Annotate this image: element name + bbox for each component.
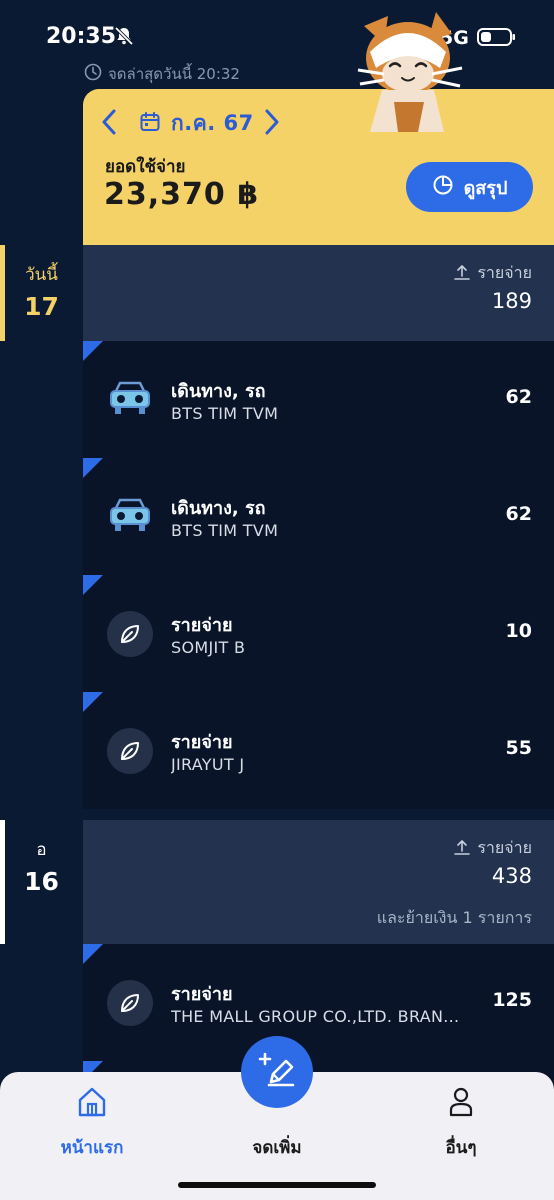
upload-arrow-icon xyxy=(453,838,471,860)
transfer-note: และย้ายเงิน 1 รายการ xyxy=(376,908,532,927)
day-summary-header[interactable]: รายจ่าย 438 และย้ายเงิน 1 รายการ xyxy=(83,820,554,944)
clock-icon xyxy=(84,63,102,85)
transaction-amount: 55 xyxy=(505,737,532,759)
battery-icon xyxy=(477,27,517,51)
person-icon xyxy=(401,1084,521,1120)
last-recorded: จดล่าสุดวันนี้ 20:32 xyxy=(84,62,240,86)
transaction-row[interactable]: เดินทาง, รถ BTS TIM TVM 62 xyxy=(83,458,554,575)
chevron-left-icon[interactable] xyxy=(101,108,117,140)
car-icon xyxy=(107,377,153,423)
transaction-amount: 125 xyxy=(492,989,532,1011)
cat-mascot-icon xyxy=(348,6,468,142)
summary-card: ก.ค. 67 ยอดใช้จ่าย 23,370 ฿ ดูสรุป xyxy=(83,89,554,245)
day-marker-bar xyxy=(0,820,5,944)
expense-label: รายจ่าย xyxy=(453,836,532,861)
edit-plus-icon xyxy=(257,1050,297,1094)
day-marker-today: วันนี้ 17 xyxy=(0,245,83,341)
transaction-row[interactable]: รายจ่าย SOMJIT B 10 xyxy=(83,575,554,692)
spend-label: ยอดใช้จ่าย xyxy=(105,157,186,177)
row-corner-marker xyxy=(83,458,103,478)
transaction-amount: 62 xyxy=(505,386,532,408)
leaf-icon xyxy=(107,611,153,657)
nav-home[interactable]: หน้าแรก xyxy=(32,1084,152,1161)
row-corner-marker xyxy=(83,692,103,712)
transaction-merchant: BTS TIM TVM xyxy=(171,404,279,423)
transaction-row[interactable]: เดินทาง, รถ BTS TIM TVM 62 xyxy=(83,341,554,458)
day-number: 17 xyxy=(24,292,59,321)
nav-more-label: อื่นๆ xyxy=(445,1138,477,1158)
calendar-icon xyxy=(139,111,161,137)
day-name: อ xyxy=(36,840,47,860)
nav-more[interactable]: อื่นๆ xyxy=(401,1084,521,1161)
day-expense-total: 189 xyxy=(491,289,532,313)
status-time: 20:35 xyxy=(46,24,117,49)
day-marker-bar xyxy=(0,245,5,341)
chevron-right-icon[interactable] xyxy=(264,108,280,140)
expense-label-text: รายจ่าย xyxy=(477,263,532,282)
day-summary-header[interactable]: รายจ่าย 189 xyxy=(83,245,554,341)
nav-add-label: จดเพิ่ม xyxy=(252,1138,302,1158)
nav-home-label: หน้าแรก xyxy=(60,1138,124,1158)
transaction-title: เดินทาง, รถ xyxy=(171,381,266,402)
view-summary-label: ดูสรุป xyxy=(463,177,508,199)
transaction-merchant: JIRAYUT J xyxy=(171,755,245,774)
bell-muted-icon xyxy=(114,26,134,50)
month-label[interactable]: ก.ค. 67 xyxy=(171,107,254,140)
add-entry-button[interactable] xyxy=(241,1036,313,1108)
spend-total: 23,370 ฿ xyxy=(104,177,260,212)
day-expense-total: 438 xyxy=(491,864,532,888)
leaf-icon xyxy=(107,728,153,774)
month-nav: ก.ค. 67 xyxy=(101,107,280,140)
home-indicator xyxy=(178,1182,376,1188)
transaction-merchant: BTS TIM TVM xyxy=(171,521,279,540)
view-summary-button[interactable]: ดูสรุป xyxy=(406,162,533,212)
status-bar: 20:35 5G xyxy=(0,0,554,70)
leaf-icon xyxy=(107,980,153,1026)
transaction-title: รายจ่าย xyxy=(171,615,233,636)
transaction-title: เดินทาง, รถ xyxy=(171,498,266,519)
day-marker: อ 16 xyxy=(0,820,83,944)
day-number: 16 xyxy=(24,867,59,896)
transaction-title: รายจ่าย xyxy=(171,984,233,1005)
row-corner-marker xyxy=(83,575,103,595)
day-name: วันนี้ xyxy=(25,265,58,285)
transaction-title: รายจ่าย xyxy=(171,732,233,753)
upload-arrow-icon xyxy=(453,263,471,285)
app-screen: 20:35 5G จดล่าสุดวันนี้ 20:32 ก.ค. 67 ยอ… xyxy=(0,0,554,1200)
transaction-row[interactable]: รายจ่าย JIRAYUT J 55 xyxy=(83,692,554,809)
row-corner-marker xyxy=(83,341,103,361)
transaction-amount: 10 xyxy=(505,620,532,642)
transaction-amount: 62 xyxy=(505,503,532,525)
transaction-merchant: SOMJIT B xyxy=(171,638,246,657)
expense-label: รายจ่าย xyxy=(453,261,532,286)
car-icon xyxy=(107,494,153,540)
expense-label-text: รายจ่าย xyxy=(477,838,532,857)
transaction-merchant: THE MALL GROUP CO.,LTD. BRAN... xyxy=(171,1007,460,1026)
transaction-row[interactable]: รายจ่าย THE MALL GROUP CO.,LTD. BRAN... … xyxy=(83,944,554,1061)
row-corner-marker xyxy=(83,944,103,964)
pie-chart-icon xyxy=(432,174,454,201)
last-recorded-text: จดล่าสุดวันนี้ 20:32 xyxy=(108,65,240,83)
home-icon xyxy=(32,1084,152,1120)
